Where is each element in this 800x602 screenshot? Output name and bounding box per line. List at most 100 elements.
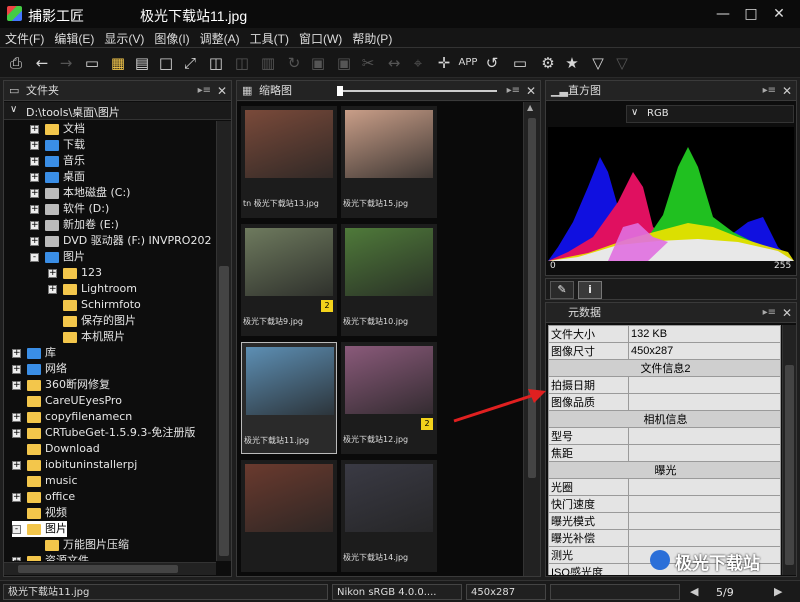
tree-item[interactable]: 万能图片压缩 — [30, 537, 129, 553]
expand-toggle-icon[interactable]: + — [30, 220, 39, 230]
zoom-slider[interactable] — [339, 90, 497, 92]
scroll-thumb[interactable] — [219, 266, 229, 556]
move-icon[interactable]: ✛ — [434, 53, 454, 73]
expand-toggle-icon[interactable]: + — [12, 428, 21, 438]
chevron-down-icon[interactable]: ∨ — [631, 107, 638, 118]
tree-item[interactable]: + 下载 — [30, 137, 85, 153]
expand-toggle-icon[interactable]: + — [12, 348, 21, 358]
tree-item[interactable]: + 音乐 — [30, 153, 85, 169]
tree-item[interactable]: + 文档 — [30, 121, 85, 137]
pin-icon[interactable]: ▸≡ — [198, 81, 211, 101]
filter-icon[interactable]: ▽ — [588, 53, 608, 73]
thumbnail-item[interactable] — [241, 460, 337, 572]
refresh-icon[interactable]: ↺ — [482, 53, 502, 73]
close-icon[interactable]: ✕ — [782, 81, 792, 101]
compare2-icon[interactable]: ◫ — [232, 53, 252, 73]
tree-item[interactable]: 本机照片 — [48, 329, 125, 345]
thumbnail-item[interactable]: 极光下载站15.jpg — [341, 106, 437, 218]
tree-item[interactable]: Schirmfoto — [48, 297, 141, 313]
tree-item[interactable]: + office — [12, 489, 75, 505]
print-icon[interactable]: ⎙ — [6, 53, 26, 73]
tree-item[interactable]: + 本地磁盘 (C:) — [30, 185, 130, 201]
fullscreen-icon[interactable]: ⤢ — [180, 53, 200, 73]
straighten-icon[interactable]: ↔ — [384, 53, 404, 73]
metadata-scrollbar[interactable] — [782, 325, 796, 575]
expand-toggle-icon[interactable]: + — [30, 188, 39, 198]
path-bar[interactable]: ∨ D:\tools\桌面\图片 — [4, 102, 231, 120]
close-icon[interactable]: ✕ — [526, 81, 536, 101]
tree-item[interactable]: + 软件 (D:) — [30, 201, 109, 217]
expand-toggle-icon[interactable]: + — [48, 284, 57, 294]
tab-info[interactable]: i — [578, 281, 602, 299]
thumbnail-scrollbar[interactable]: ▲ — [523, 102, 540, 576]
thumbnail-item[interactable]: 极光下载站11.jpg — [241, 342, 337, 454]
open-folder-icon[interactable]: ▭ — [82, 53, 102, 73]
forward-icon[interactable]: → — [56, 53, 76, 73]
prev-image-icon[interactable]: ◀ — [690, 585, 698, 598]
expand-toggle-icon[interactable]: + — [30, 204, 39, 214]
expand-toggle-icon[interactable]: + — [30, 140, 39, 150]
folder-hscrollbar[interactable] — [4, 562, 216, 575]
tree-item[interactable]: +360断网修复 — [12, 377, 110, 393]
thumbnail-item[interactable]: 极光下载站10.jpg — [341, 224, 437, 336]
expand-toggle-icon[interactable]: + — [30, 236, 39, 246]
flip-icon[interactable]: ▣ — [308, 53, 328, 73]
tree-item[interactable]: 视频 — [12, 505, 67, 521]
expand-toggle-icon[interactable]: + — [12, 412, 21, 422]
expand-toggle-icon[interactable]: + — [12, 364, 21, 374]
center-icon[interactable]: ▣ — [334, 53, 354, 73]
pin-icon[interactable]: ▸≡ — [763, 81, 776, 101]
tree-item[interactable]: - 图片 — [12, 521, 67, 537]
expand-toggle-icon[interactable]: - — [30, 252, 39, 262]
settings-icon[interactable]: ⚙ — [538, 53, 558, 73]
thumbnail-item[interactable]: 2 极光下载站12.jpg — [341, 342, 437, 454]
pin-icon[interactable]: ▸≡ — [763, 303, 776, 323]
expand-toggle-icon[interactable]: + — [48, 268, 57, 278]
thumbnail-item[interactable]: 2 极光下载站9.jpg — [241, 224, 337, 336]
expand-toggle-icon[interactable]: + — [30, 172, 39, 182]
filmstrip-icon[interactable]: ▤ — [132, 53, 152, 73]
hscroll-thumb[interactable] — [18, 565, 178, 573]
menu-window[interactable]: 窗口(W) — [294, 28, 347, 49]
tree-item[interactable]: + 新加卷 (E:) — [30, 217, 119, 233]
close-window-button[interactable]: ✕ — [766, 3, 792, 25]
tree-item[interactable]: + DVD 驱动器 (F:) INVPRO202 — [30, 233, 211, 249]
redeye-icon[interactable]: ⌖ — [408, 53, 428, 73]
menu-tools[interactable]: 工具(T) — [245, 28, 294, 49]
tree-item[interactable]: + Lightroom — [48, 281, 137, 297]
thumbnail-item[interactable]: 极光下载站14.jpg — [341, 460, 437, 572]
tree-item[interactable]: CareUEyesPro — [12, 393, 122, 409]
monitor-icon[interactable]: ▭ — [510, 53, 530, 73]
tree-item[interactable]: +123 — [48, 265, 102, 281]
tree-item[interactable]: + 网络 — [12, 361, 67, 377]
close-icon[interactable]: ✕ — [217, 81, 227, 101]
tree-item[interactable]: music — [12, 473, 78, 489]
channel-select[interactable]: ∨ RGB — [626, 105, 794, 123]
split-icon[interactable]: ▥ — [258, 53, 278, 73]
favorite-icon[interactable]: ★ — [562, 53, 582, 73]
scroll-thumb[interactable] — [785, 365, 794, 565]
folder-scrollbar[interactable] — [216, 121, 231, 561]
menu-help[interactable]: 帮助(P) — [347, 28, 397, 49]
maximize-button[interactable]: □ — [738, 3, 764, 25]
tree-item[interactable]: + CRTubeGet-1.5.9.3-免注册版 — [12, 425, 195, 441]
tree-item[interactable]: + 资源文件 — [12, 553, 89, 561]
menu-file[interactable]: 文件(F) — [0, 28, 49, 49]
tree-item[interactable]: + copyfilenamecn — [12, 409, 132, 425]
menu-edit[interactable]: 编辑(E) — [49, 28, 99, 49]
scroll-up-icon[interactable]: ▲ — [527, 103, 533, 112]
tree-item[interactable]: Download — [12, 441, 100, 457]
app-icon[interactable]: APP — [458, 53, 478, 73]
expand-toggle-icon[interactable]: - — [12, 524, 21, 534]
tree-item[interactable]: + iobituninstallerpj — [12, 457, 137, 473]
expand-toggle-icon[interactable]: + — [12, 556, 21, 561]
expand-toggle-icon[interactable]: + — [12, 380, 21, 390]
menu-adjust[interactable]: 调整(A) — [195, 28, 245, 49]
rotate-icon[interactable]: ↻ — [284, 53, 304, 73]
tree-item[interactable]: + 桌面 — [30, 169, 85, 185]
single-view-icon[interactable]: □ — [156, 53, 176, 73]
next-image-icon[interactable]: ▶ — [774, 585, 782, 598]
tab-edit[interactable]: ✎ — [550, 281, 574, 299]
menu-image[interactable]: 图像(I) — [149, 28, 194, 49]
thumbnail-item[interactable]: tn 极光下载站13.jpg — [241, 106, 337, 218]
